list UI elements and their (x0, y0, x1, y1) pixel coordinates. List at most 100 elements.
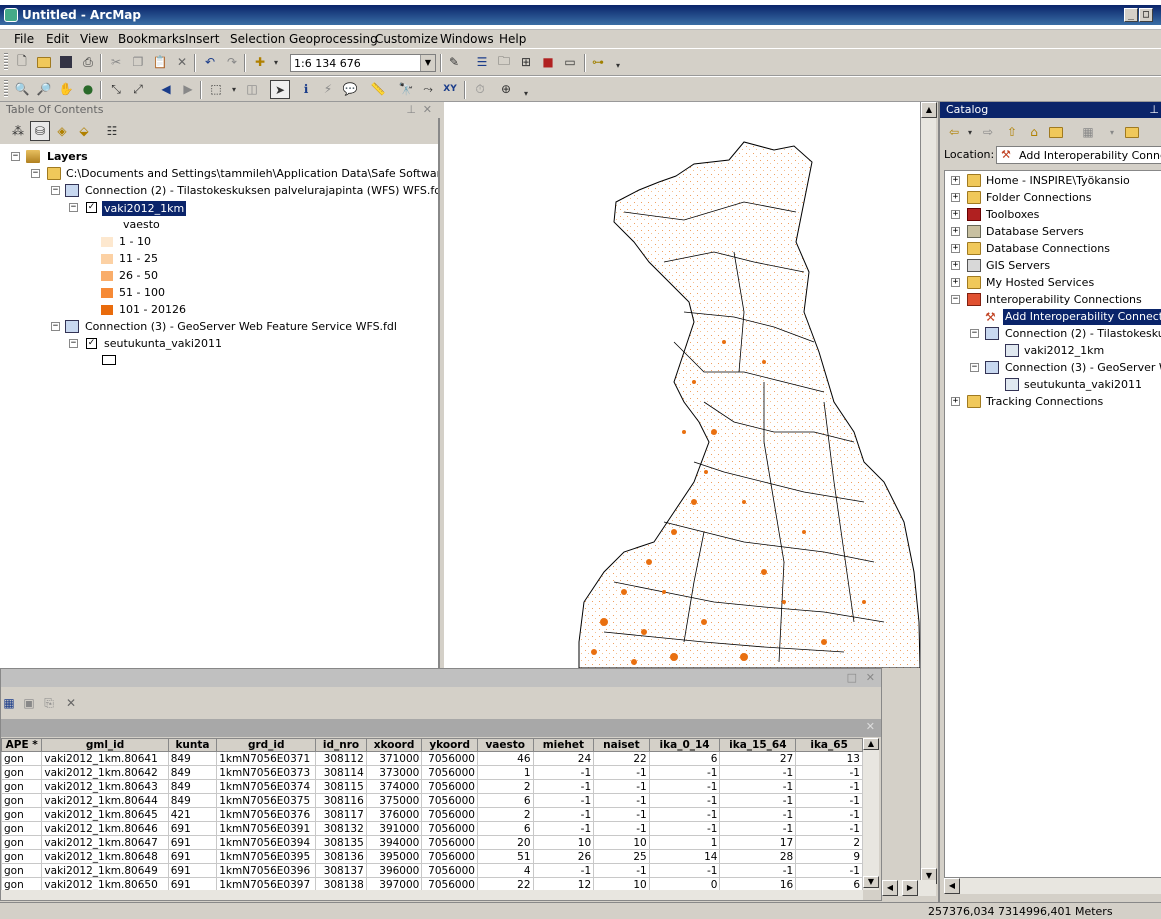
go-to-xy-icon[interactable]: XY (442, 81, 458, 97)
scroll-right-icon[interactable]: ▶ (902, 880, 918, 896)
table-cell[interactable]: 1kmN7056E0394 (216, 835, 317, 850)
table-cell[interactable]: 10 (593, 835, 650, 850)
table-row[interactable]: gon vaki2012_1km.80648 691 1kmN7056E0395 308… (1, 849, 863, 864)
menu-file[interactable]: File (14, 32, 34, 46)
maximize-button[interactable]: □ (1139, 8, 1153, 22)
menu-geoprocessing[interactable]: Geoprocessing (289, 32, 378, 46)
search-window-icon[interactable]: ⊞ (518, 54, 534, 70)
table-cell[interactable]: vaki2012_1km.80648 (41, 849, 169, 864)
table-cell[interactable]: 6 (476, 821, 534, 836)
map-vertical-scrollbar[interactable]: ▲ ▼ (920, 102, 937, 886)
catalog-item[interactable]: Folder Connections (986, 191, 1091, 204)
table-cell[interactable]: vaki2012_1km.80643 (41, 779, 169, 794)
table-cell[interactable]: 394000 (365, 835, 423, 850)
column-header[interactable]: ika_65 (795, 738, 863, 752)
menu-selection[interactable]: Selection (230, 32, 285, 46)
table-row[interactable]: gon vaki2012_1km.80646 691 1kmN7056E0391 308… (1, 821, 863, 836)
table-cell[interactable]: 7056000 (421, 849, 478, 864)
redo-icon[interactable]: ↷ (224, 54, 240, 70)
table-cell[interactable]: 7056000 (421, 821, 478, 836)
table-cell[interactable]: 421 (167, 807, 218, 822)
table-cell[interactable]: -1 (593, 765, 650, 780)
table-cell[interactable]: 374000 (365, 779, 423, 794)
menu-bookmarks[interactable]: Bookmarks (118, 32, 185, 46)
close-icon[interactable]: ✕ (423, 102, 432, 118)
table-cell[interactable]: gon (1, 849, 43, 864)
table-cell[interactable]: 7056000 (421, 779, 478, 794)
table-cell[interactable]: 1 (476, 765, 534, 780)
create-viewer-window-icon[interactable]: ⊕ (498, 81, 514, 97)
table-cell[interactable]: -1 (648, 807, 721, 822)
table-cell[interactable]: -1 (532, 863, 595, 878)
cut-icon[interactable]: ✂ (108, 54, 124, 70)
table-cell[interactable]: vaki2012_1km.80650 (41, 877, 169, 890)
table-cell[interactable]: -1 (795, 765, 863, 780)
table-cell[interactable]: 7056000 (421, 751, 478, 766)
table-cell[interactable]: 7056000 (421, 863, 478, 878)
table-cell[interactable]: gon (1, 877, 43, 890)
table-row[interactable]: gon vaki2012_1km.80641 849 1kmN7056E0371 308… (1, 751, 863, 766)
pin-icon[interactable]: ⊥ (1149, 102, 1159, 118)
map-view[interactable] (444, 102, 920, 668)
catalog-item[interactable]: Database Servers (986, 225, 1084, 238)
select-dropdown-icon[interactable]: ▾ (226, 81, 242, 97)
undo-icon[interactable]: ↶ (202, 54, 218, 70)
map-horizontal-scrollbar[interactable]: ◀ ▶ (882, 880, 936, 896)
back-arrow-icon[interactable]: ⇦ (946, 124, 962, 140)
table-cell[interactable]: -1 (795, 793, 863, 808)
print-icon[interactable]: ⎙ (80, 54, 96, 70)
fixed-zoom-out-icon[interactable]: ⤢ (130, 81, 146, 97)
table-cell[interactable]: 1kmN7056E0375 (216, 793, 317, 808)
table-cell[interactable]: 1kmN7056E0374 (216, 779, 317, 794)
table-cell[interactable]: 46 (476, 751, 534, 766)
table-cell[interactable]: -1 (795, 863, 863, 878)
table-cell[interactable]: 849 (167, 779, 218, 794)
table-cell[interactable]: 7056000 (421, 877, 478, 890)
table-cell[interactable]: 4 (476, 863, 534, 878)
switch-selection-icon[interactable]: ⎘ (41, 695, 57, 711)
back-arrow-icon[interactable]: ◀ (158, 81, 174, 97)
copy-icon[interactable]: ❐ (130, 54, 146, 70)
table-cell[interactable]: -1 (593, 863, 650, 878)
table-cell[interactable]: -1 (532, 821, 595, 836)
list-by-selection-icon[interactable]: ⬙ (76, 123, 92, 139)
column-header[interactable]: vaesto (476, 738, 534, 752)
table-cell[interactable]: 22 (476, 877, 534, 890)
table-cell[interactable]: -1 (648, 779, 721, 794)
collapse-icon[interactable]: − (69, 339, 78, 348)
table-cell[interactable]: 1kmN7056E0373 (216, 765, 317, 780)
menu-customize[interactable]: Customize (375, 32, 438, 46)
table-cell[interactable]: 16 (719, 877, 797, 890)
catalog-item[interactable]: Toolboxes (986, 208, 1039, 221)
scroll-up-icon[interactable]: ▲ (863, 738, 879, 750)
table-cell[interactable]: 375000 (365, 793, 423, 808)
table-cell[interactable]: vaki2012_1km.80649 (41, 863, 169, 878)
table-cell[interactable]: 308114 (315, 765, 367, 780)
table-cell[interactable]: gon (1, 765, 43, 780)
table-cell[interactable]: 6 (795, 877, 863, 890)
menu-windows[interactable]: Windows (440, 32, 494, 46)
chevron-down-icon[interactable]: ▼ (420, 55, 435, 71)
table-cell[interactable]: 691 (167, 821, 218, 836)
table-cell[interactable]: 51 (476, 849, 534, 864)
find-icon[interactable]: 🔭 (398, 81, 414, 97)
table-cell[interactable]: gon (1, 779, 43, 794)
catalog-item[interactable]: Connection (2) - Tilastokeskuksen (1005, 327, 1161, 340)
table-cell[interactable]: 26 (532, 849, 595, 864)
column-header[interactable]: naiset (593, 738, 650, 752)
measure-icon[interactable]: 📏 (370, 81, 386, 97)
table-cell[interactable]: 396000 (365, 863, 423, 878)
table-cell[interactable]: 308116 (315, 793, 367, 808)
table-cell[interactable]: 691 (167, 877, 218, 890)
forward-arrow-icon[interactable]: ▶ (180, 81, 196, 97)
table-cell[interactable]: gon (1, 863, 43, 878)
table-cell[interactable]: -1 (648, 765, 721, 780)
catalog-item[interactable]: Database Connections (986, 242, 1110, 255)
table-of-contents-icon[interactable]: ☰ (474, 54, 490, 70)
table-cell[interactable]: 9 (795, 849, 863, 864)
collapse-icon[interactable]: − (970, 329, 979, 338)
table-cell[interactable]: 20 (476, 835, 534, 850)
table-row[interactable]: gon vaki2012_1km.80642 849 1kmN7056E0373 308… (1, 765, 863, 780)
table-cell[interactable]: 308117 (315, 807, 367, 822)
select-by-attributes-icon[interactable]: ▣ (21, 695, 37, 711)
